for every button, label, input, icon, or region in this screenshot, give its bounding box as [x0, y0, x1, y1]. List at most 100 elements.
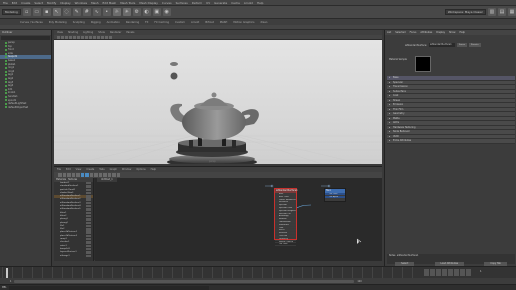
wireframe-icon[interactable]	[81, 35, 84, 39]
node-editor-graph[interactable]: Untitled_1 aiStandardSurface1 Base Base C…	[95, 178, 382, 261]
hypershade-menu-edit[interactable]: Edit	[66, 168, 71, 171]
textured-icon[interactable]	[89, 35, 92, 39]
command-language[interactable]: MEL	[2, 286, 7, 289]
menu-surfaces[interactable]: Surfaces	[176, 1, 188, 5]
attribute-editor-toggle-icon[interactable]: ▤	[498, 8, 506, 16]
frame-all-icon[interactable]	[89, 173, 93, 177]
clear-graph-icon[interactable]	[71, 173, 75, 177]
film-gate-icon[interactable]	[73, 35, 76, 39]
3d-viewport[interactable]: persp	[54, 40, 382, 164]
bookmark-icon[interactable]	[61, 35, 64, 39]
shelf-tab-animation[interactable]: Animation	[107, 21, 120, 24]
menu-mesh[interactable]: Mesh	[91, 1, 98, 5]
smooth-shade-icon[interactable]	[85, 35, 88, 39]
grid-snap-icon[interactable]	[112, 173, 116, 177]
full-view-icon[interactable]	[107, 173, 111, 177]
command-input[interactable]	[8, 285, 209, 290]
menu-curves[interactable]: Curves	[162, 1, 172, 5]
camera-icon[interactable]: ▣	[152, 8, 161, 16]
ae-menu-list[interactable]: List	[387, 31, 391, 34]
shelf-tab-fx-caching[interactable]: FX Caching	[154, 21, 169, 24]
menu-display[interactable]: Display	[60, 1, 70, 5]
panel-toggle-icon[interactable]: ▥	[488, 8, 496, 16]
hypershade-menu-create[interactable]: Create	[86, 168, 94, 171]
ae-menu-display[interactable]: Display	[436, 31, 445, 34]
render-icon[interactable]: ☼	[112, 8, 121, 16]
menu-uv[interactable]: UV	[206, 1, 210, 5]
snap-point-icon[interactable]: •	[102, 8, 111, 16]
viewport-menu-shading[interactable]: Shading	[68, 31, 78, 34]
snap-curve-icon[interactable]: ∿	[92, 8, 101, 16]
menu-modify[interactable]: Modify	[47, 1, 56, 5]
toggle-grid-icon[interactable]	[116, 173, 120, 177]
node-port[interactable]: Out Color	[275, 243, 296, 247]
shelf-tab-custom[interactable]: Custom	[175, 21, 185, 24]
ambient-occlusion-icon[interactable]	[101, 35, 104, 39]
render-settings-icon[interactable]: ⚙	[132, 8, 141, 16]
menu-edit-mesh[interactable]: Edit Mesh	[103, 1, 117, 5]
current-frame-field[interactable]: 1	[480, 270, 482, 273]
paint-select-icon[interactable]: ✎	[72, 8, 81, 16]
go-to-start-icon[interactable]	[424, 269, 429, 276]
new-scene-icon[interactable]: ▫	[22, 8, 31, 16]
shelf-tab-bifrost[interactable]: Bifrost	[205, 21, 213, 24]
play-forwards-icon[interactable]	[448, 269, 453, 276]
aistandardsurface-node[interactable]: aiStandardSurface1 Base Base Color Diffuse…	[274, 188, 298, 247]
range-bar[interactable]	[14, 279, 355, 283]
shelf-tab-poly-modeling[interactable]: Poly Modeling	[49, 21, 67, 24]
outliner-item[interactable]: defaultObjectSet	[0, 106, 51, 110]
ae-menu-selected[interactable]: Selected	[395, 31, 405, 34]
ipr-render-icon[interactable]: ☀	[122, 8, 131, 16]
xray-icon[interactable]	[109, 35, 112, 39]
menu-windows[interactable]: Windows	[75, 1, 88, 5]
hypershade-icon[interactable]: ◐	[142, 8, 151, 16]
menu-help[interactable]: Help	[257, 1, 263, 5]
simple-view-icon[interactable]	[98, 173, 102, 177]
isolate-select-icon[interactable]	[105, 35, 108, 39]
ae-menu-help[interactable]: Help	[459, 31, 464, 34]
open-scene-icon[interactable]: ▭	[32, 8, 41, 16]
shelf-tab-rendering[interactable]: Rendering	[126, 21, 139, 24]
graph-output-icon[interactable]	[67, 173, 71, 177]
shelf-tab-fx[interactable]: FX	[145, 21, 148, 24]
step-back-key-icon[interactable]	[430, 269, 435, 276]
remove-selected-icon[interactable]	[85, 173, 89, 177]
hypershade-menu-tabs[interactable]: Tabs	[99, 168, 104, 171]
ae-menu-show[interactable]: Show	[449, 31, 455, 34]
viewport-menu-panels[interactable]: Panels	[126, 31, 134, 34]
snap-grid-icon[interactable]: #	[82, 8, 91, 16]
go-to-end-icon[interactable]	[466, 269, 471, 276]
play-backwards-icon[interactable]	[442, 269, 447, 276]
presets-button[interactable]: Presets	[468, 43, 481, 47]
browser-item[interactable]: aiImage1	[54, 254, 93, 258]
rearrange-graph-icon[interactable]	[76, 173, 80, 177]
viewport-menu-renderer[interactable]: Renderer	[110, 31, 121, 34]
menu-generate[interactable]: Generate	[214, 1, 227, 5]
step-forward-key-icon[interactable]	[460, 269, 465, 276]
shadows-icon[interactable]	[97, 35, 100, 39]
connected-view-icon[interactable]	[103, 173, 107, 177]
select-tool-icon[interactable]: ↖	[52, 8, 61, 16]
menu-deform[interactable]: Deform	[192, 1, 202, 5]
add-selected-icon[interactable]	[80, 173, 84, 177]
ae-menu-attributes[interactable]: Attributes	[420, 31, 432, 34]
shelf-tab-sculpting[interactable]: Sculpting	[73, 21, 85, 24]
viewport-menu-show[interactable]: Show	[98, 31, 105, 34]
frame-selected-icon[interactable]	[94, 173, 98, 177]
section-extra-attributes[interactable]: Extra Attributes	[387, 139, 515, 144]
menu-mesh-tools[interactable]: Mesh Tools	[120, 1, 135, 5]
channel-box-toggle-icon[interactable]: ▦	[508, 8, 516, 16]
arnold-render-icon[interactable]: ◉	[162, 8, 171, 16]
menu-file[interactable]: File	[3, 1, 8, 5]
time-slider[interactable]: 1	[0, 266, 516, 279]
step-forward-frame-icon[interactable]	[454, 269, 459, 276]
menu-edit[interactable]: Edit	[12, 1, 17, 5]
outliner-search-input[interactable]	[1, 36, 50, 40]
shelf-tab-curves-surfaces[interactable]: Curves / Surfaces	[20, 21, 43, 24]
shelf-tab-xgen[interactable]: XGen	[260, 21, 267, 24]
save-scene-icon[interactable]: ▪	[42, 8, 51, 16]
camera-attributes-icon[interactable]	[57, 35, 60, 39]
menu-create[interactable]: Create	[21, 1, 30, 5]
viewport-menu-lighting[interactable]: Lighting	[83, 31, 93, 34]
resolution-gate-icon[interactable]	[77, 35, 80, 39]
